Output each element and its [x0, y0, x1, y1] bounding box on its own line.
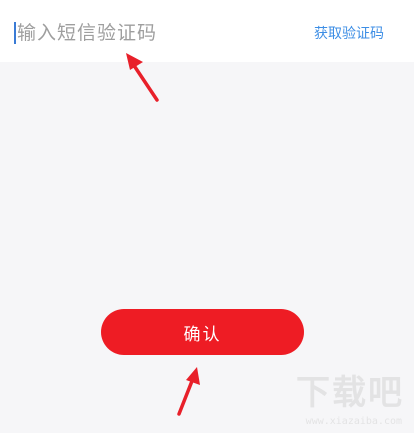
watermark-logo: 下载吧 www.xiazaiba.com — [264, 365, 404, 427]
watermark-url: www.xiazaiba.com — [305, 416, 402, 427]
verification-page: 获取验证码 确认 下载吧 www.xiazaiba.com — [0, 0, 414, 433]
watermark-text: 下载吧 — [296, 373, 404, 413]
